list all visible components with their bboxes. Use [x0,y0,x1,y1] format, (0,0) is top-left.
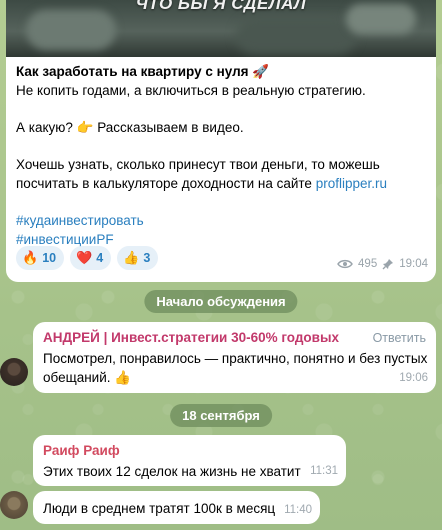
comment-time: 11:31 [310,465,338,477]
date-separator: 18 сентября [170,404,272,427]
fire-emoji-icon: 🔥 [22,250,39,265]
video-caption: ЧТО БЫ Я СДЕЛАЛ [135,0,307,13]
comment-text: Этих твоих 12 сделок на жизнь не хватит [43,464,301,479]
reaction-heart[interactable]: ❤️ 4 [70,246,112,270]
reaction-thumbs-up[interactable]: 👍 3 [117,246,159,270]
comment-sender[interactable]: АНДРЕЙ | Инвест.стратегии 30-60% годовых [43,328,339,347]
reaction-count: 4 [96,251,104,265]
post-title: Как заработать на квартиру с нуля 🚀 [16,64,270,79]
comment-bubble-1: АНДРЕЙ | Инвест.стратегии 30-60% годовых… [33,322,436,393]
comment-time: 19:06 [399,372,428,384]
video-thumbnail[interactable]: ЧТО БЫ Я СДЕЛАЛ [6,0,436,57]
eye-icon [337,259,353,269]
post-line-3: Хочешь узнать, сколько принесут твои ден… [16,157,387,191]
site-link[interactable]: proflipper.ru [316,176,387,191]
reactions-bar: 🔥 10 ❤️ 4 👍 3 [16,246,159,270]
comment-bubble-2: Раиф Раиф Этих твоих 12 сделок на жизнь … [33,435,346,486]
channel-post: ЧТО БЫ Я СДЕЛАЛ Как заработать на кварти… [6,0,436,282]
reaction-count: 10 [42,251,57,265]
comment-text: Посмотрел, понравилось — практично, поня… [43,351,428,385]
pin-icon [382,259,394,270]
post-text: Как заработать на квартиру с нуля 🚀 Не к… [16,62,428,249]
reaction-count: 3 [143,251,151,265]
comment-text: Люди в среднем тратят 100к в месяц [43,501,276,516]
avatar[interactable] [0,358,28,386]
heart-emoji-icon: ❤️ [76,250,93,265]
post-meta: 495 19:04 [337,258,428,270]
reaction-fire[interactable]: 🔥 10 [16,246,65,270]
thumbs-up-emoji-icon: 👍 [123,250,140,265]
comment-sender[interactable]: Раиф Раиф [43,441,120,460]
discussion-start-label: Начало обсуждения [144,290,298,313]
post-line-1: Не копить годами, а включиться в реальну… [16,83,366,98]
hashtag-1[interactable]: #кудаинвестировать [16,211,428,230]
views-count: 495 [358,258,378,270]
avatar[interactable] [0,491,28,519]
reply-button[interactable]: Ответить [373,329,426,348]
post-line-2: А какую? 👉 Рассказываем в видео. [16,120,244,135]
post-time: 19:04 [399,258,428,270]
comment-bubble-3: Люди в среднем тратят 100к в месяц 11:40 [33,491,320,524]
comment-time: 11:40 [284,504,312,516]
